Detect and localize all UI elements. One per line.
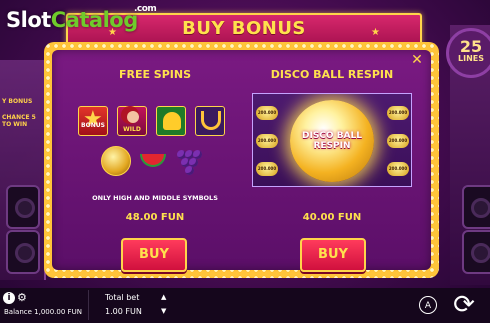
speaker-right-bottom bbox=[462, 230, 490, 274]
disco-respin-title: DISCO BALL RESPIN bbox=[270, 68, 394, 81]
speaker-left-bottom bbox=[6, 230, 40, 274]
balance-text: Balance 1,000.00 FUN bbox=[4, 308, 82, 316]
disco-ball-label: DISCO BALL RESPIN bbox=[290, 131, 374, 152]
lines-number: 25 bbox=[459, 37, 483, 56]
disco-symbol-icon bbox=[101, 146, 131, 176]
disco-respin-preview: 200.000 200.000 200.000 200.000 200.000 … bbox=[252, 93, 412, 187]
free-spins-buy-button[interactable]: BUY bbox=[121, 238, 187, 272]
autoplay-button[interactable]: A bbox=[419, 296, 437, 314]
grapes-symbol-icon bbox=[173, 146, 203, 176]
logo-catalog-text: Catalog bbox=[50, 8, 138, 32]
wild-symbol-icon: WILD bbox=[117, 106, 147, 136]
logo-slot-text: Slot bbox=[6, 8, 51, 32]
info-icon[interactable]: i bbox=[3, 292, 15, 304]
total-bet-label: Total bet bbox=[105, 293, 140, 302]
logo: SlotCatalog .com bbox=[6, 4, 157, 38]
speaker-right-top bbox=[462, 185, 490, 229]
logo-com-text: .com bbox=[134, 4, 157, 14]
coin-icon: 200.000 bbox=[256, 106, 278, 120]
wild-symbol-label: WILD bbox=[123, 126, 141, 133]
bonus-symbol-icon: ★ BONUS bbox=[78, 106, 108, 136]
total-bet-value: 1.00 FUN bbox=[105, 307, 142, 316]
bet-increase-icon[interactable]: ▲ bbox=[161, 293, 166, 301]
speaker-left-top bbox=[6, 185, 40, 229]
left-side-bonus-text: Y BONUS bbox=[2, 98, 33, 105]
bet-decrease-icon[interactable]: ▼ bbox=[161, 307, 166, 315]
coin-icon: 200.000 bbox=[256, 134, 278, 148]
spin-refresh-icon[interactable]: ⟳ bbox=[447, 290, 481, 320]
free-spins-price: 48.00 FUN bbox=[125, 212, 185, 223]
disco-respin-buy-button[interactable]: BUY bbox=[300, 238, 366, 272]
bonus-symbol-label: BONUS bbox=[81, 122, 105, 129]
free-spins-note: ONLY HIGH AND MIDDLE SYMBOLS bbox=[92, 194, 218, 202]
disco-ball-icon: DISCO BALL RESPIN bbox=[290, 100, 374, 182]
coin-icon: 200.000 bbox=[256, 162, 278, 176]
close-button[interactable]: ✕ bbox=[409, 52, 425, 68]
left-side-label: Y BONUS CHANCE 5 TO WIN bbox=[0, 98, 46, 129]
star-icon: ★ bbox=[371, 27, 380, 38]
disco-ball-label-line1: DISCO BALL bbox=[302, 131, 362, 141]
watermelon-symbol-icon bbox=[138, 146, 168, 176]
disco-ball-label-line2: RESPIN bbox=[313, 140, 351, 151]
coin-icon: 200.000 bbox=[387, 162, 409, 176]
left-side-chance-text: CHANCE 5 TO WIN bbox=[2, 113, 36, 129]
lines-label: LINES bbox=[458, 54, 484, 63]
horseshoe-symbol-icon bbox=[195, 106, 225, 136]
gear-icon[interactable]: ⚙ bbox=[17, 292, 27, 304]
disco-respin-price: 40.00 FUN bbox=[302, 212, 362, 223]
coin-icon: 200.000 bbox=[387, 134, 409, 148]
coin-icon: 200.000 bbox=[387, 106, 409, 120]
bell-symbol-icon bbox=[156, 106, 186, 136]
total-bet-control: Total bet 1.00 FUN ▲ ▼ bbox=[88, 290, 173, 320]
free-spins-title: FREE SPINS bbox=[118, 68, 192, 81]
lines-badge: 25 LINES bbox=[446, 28, 490, 78]
footer-bar bbox=[0, 288, 490, 323]
